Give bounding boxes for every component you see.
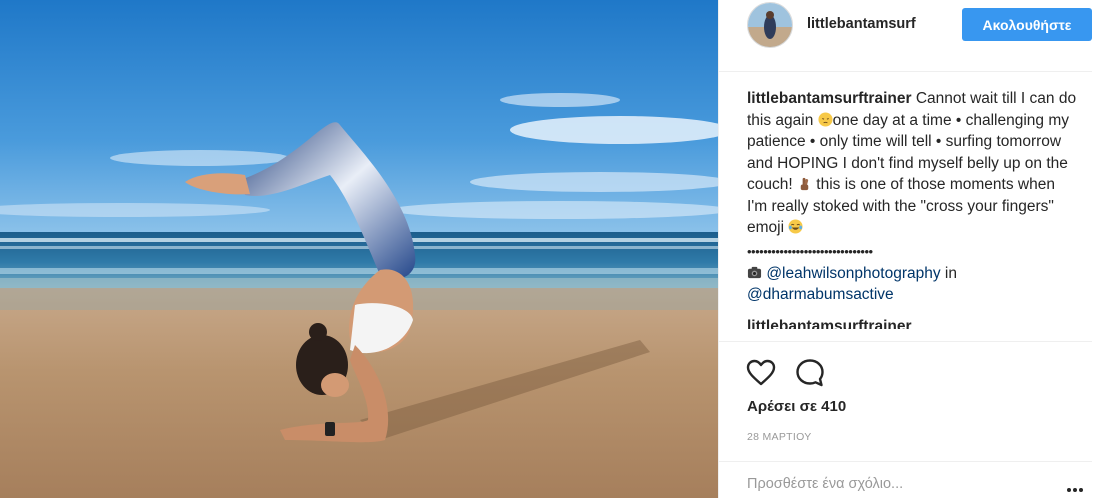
speech-bubble-icon: [796, 359, 824, 387]
camera-icon: [747, 266, 762, 278]
photo-image: [0, 0, 718, 498]
photo-credit-line: @leahwilsonphotography in @dharmabumsact…: [747, 263, 1077, 306]
likes-count[interactable]: Αρέσει σε 410: [747, 398, 846, 415]
action-bar: [719, 341, 1092, 401]
post-header: littlebantamsurf Ακολουθήστε: [719, 0, 1092, 72]
next-comment-author[interactable]: littlebantamsurftrainer: [747, 316, 1077, 329]
post-username[interactable]: littlebantamsurf: [807, 16, 916, 32]
caption-author[interactable]: littlebantamsurftrainer: [747, 90, 912, 107]
pensive-emoji-icon: [818, 111, 833, 127]
crossed-fingers-emoji-icon: [800, 177, 809, 191]
comment-input[interactable]: [747, 476, 1047, 492]
post-photo[interactable]: [0, 0, 718, 498]
caption-dots: •••••••••••••••••••••••••••••••: [747, 243, 873, 259]
avatar[interactable]: [747, 2, 793, 48]
mention-brand[interactable]: @dharmabumsactive: [747, 286, 894, 303]
post-date[interactable]: 28 ΜΑΡΤΙΟΥ: [747, 431, 812, 443]
more-options-button[interactable]: [1067, 479, 1087, 492]
credit-in-text: in: [940, 264, 957, 282]
caption-area: littlebantamsurftrainer Cannot wait till…: [747, 88, 1077, 340]
heart-outline-icon: [746, 359, 776, 386]
mention-photographer[interactable]: @leahwilsonphotography: [766, 265, 940, 282]
post-side-panel: littlebantamsurf Ακολουθήστε littlebanta…: [718, 0, 1099, 498]
follow-button[interactable]: Ακολουθήστε: [962, 8, 1092, 41]
tears-of-joy-emoji-icon: [788, 219, 803, 234]
like-button[interactable]: [745, 357, 777, 389]
ellipsis-icon: [1067, 488, 1071, 492]
comment-button[interactable]: [794, 357, 826, 389]
add-comment-section: [719, 461, 1092, 498]
